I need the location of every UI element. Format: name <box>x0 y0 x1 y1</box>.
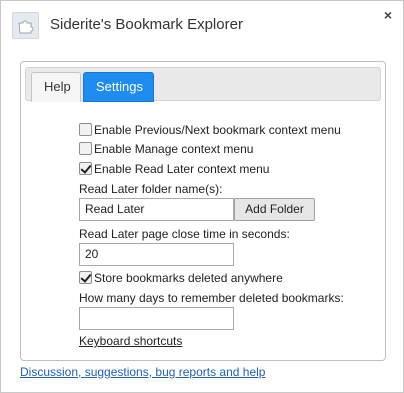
discussion-help-link[interactable]: Discussion, suggestions, bug reports and… <box>20 365 265 379</box>
extension-popup-window: Siderite's Bookmark Explorer × Help Sett… <box>0 0 404 393</box>
read-later-option: Enable Read Later context menu <box>79 162 269 176</box>
days-label: How many days to remember deleted bookma… <box>79 291 344 305</box>
keyboard-shortcuts-link[interactable]: Keyboard shortcuts <box>79 334 182 348</box>
store-deleted-label: Store bookmarks deleted anywhere <box>94 271 283 285</box>
close-time-input[interactable]: 20 <box>79 243 234 266</box>
folder-name-label: Read Later folder name(s): <box>79 182 223 196</box>
read-later-checkbox[interactable] <box>79 162 92 175</box>
prev-next-label: Enable Previous/Next bookmark context me… <box>94 123 341 137</box>
folder-name-input[interactable]: Read Later <box>79 198 234 221</box>
days-input[interactable] <box>79 307 234 330</box>
manage-checkbox[interactable] <box>79 142 92 155</box>
tab-help[interactable]: Help <box>31 72 81 102</box>
store-deleted-checkbox[interactable] <box>79 271 92 284</box>
prev-next-option: Enable Previous/Next bookmark context me… <box>79 123 341 137</box>
add-folder-button[interactable]: Add Folder <box>234 198 315 221</box>
store-deleted-option: Store bookmarks deleted anywhere <box>79 271 283 285</box>
prev-next-checkbox[interactable] <box>79 123 92 136</box>
settings-panel: Help Settings Enable Previous/Next bookm… <box>20 61 386 361</box>
tab-settings[interactable]: Settings <box>83 72 154 102</box>
close-time-label: Read Later page close time in seconds: <box>79 227 290 241</box>
window-title: Siderite's Bookmark Explorer <box>50 16 243 33</box>
manage-option: Enable Manage context menu <box>79 142 253 156</box>
tab-bar: Help Settings <box>25 67 381 102</box>
manage-label: Enable Manage context menu <box>94 142 254 156</box>
close-icon[interactable]: × <box>381 8 395 22</box>
puzzle-piece-icon <box>12 12 39 39</box>
title-bar: Siderite's Bookmark Explorer × <box>1 1 403 47</box>
read-later-label: Enable Read Later context menu <box>94 162 270 176</box>
